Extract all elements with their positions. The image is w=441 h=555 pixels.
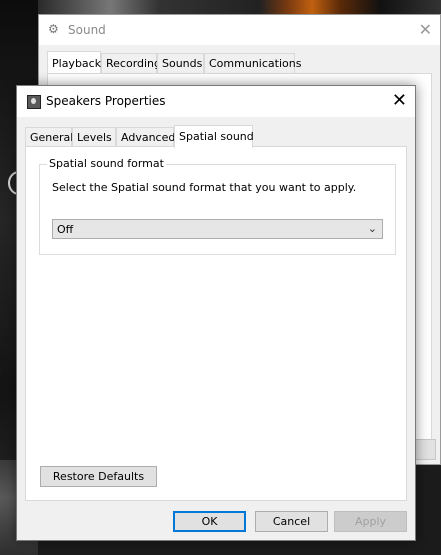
tab-spatial-sound[interactable]: Spatial sound	[174, 125, 254, 148]
close-icon[interactable]: ✕	[419, 20, 432, 39]
tab-general[interactable]: General	[25, 127, 73, 147]
group-title: Spatial sound format	[47, 157, 166, 170]
cancel-button[interactable]: Cancel	[255, 511, 328, 532]
speakers-properties-dialog: Speakers Properties ✕ General Levels Adv…	[16, 85, 416, 541]
tab-levels[interactable]: Levels	[72, 127, 116, 147]
apply-button[interactable]: Apply	[334, 511, 407, 532]
ok-button[interactable]: OK	[173, 511, 246, 532]
chevron-down-icon: ⌄	[367, 222, 377, 235]
tab-advanced[interactable]: Advanced	[116, 127, 175, 147]
desktop-background-top	[38, 0, 441, 14]
sound-titlebar: ⚙ Sound ✕	[39, 15, 440, 45]
speaker-icon	[27, 95, 41, 109]
select-value: Off	[57, 223, 74, 236]
speaker-icon: ⚙	[48, 22, 59, 36]
dialog-title: Speakers Properties	[46, 94, 166, 108]
tab-playback[interactable]: Playback	[47, 51, 101, 74]
tab-recording[interactable]: Recording	[101, 53, 161, 73]
spatial-format-group: Spatial sound format Select the Spatial …	[39, 157, 396, 255]
spatial-format-select[interactable]: Off ⌄	[52, 219, 383, 239]
dialog-titlebar: Speakers Properties ✕	[17, 86, 415, 117]
tab-communications[interactable]: Communications	[204, 53, 301, 73]
sound-window-title: Sound	[68, 23, 106, 37]
group-description: Select the Spatial sound format that you…	[52, 181, 357, 194]
spatial-sound-page: Spatial sound format Select the Spatial …	[25, 146, 407, 501]
close-icon[interactable]: ✕	[392, 90, 407, 111]
tab-sounds[interactable]: Sounds	[157, 53, 204, 73]
restore-defaults-button[interactable]: Restore Defaults	[40, 466, 157, 487]
